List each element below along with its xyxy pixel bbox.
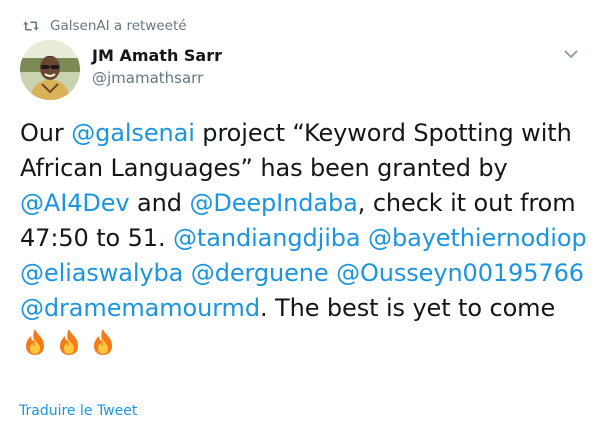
retweet-icon — [23, 21, 39, 31]
retweet-text[interactable]: GalsenAI a retweeté — [50, 18, 187, 34]
author-handle[interactable]: @jmamathsarr — [92, 67, 222, 89]
tweet-text-segment — [329, 259, 337, 287]
translate-tweet-link[interactable]: Traduire le Tweet — [19, 403, 137, 419]
fire-emoji-icon — [60, 329, 78, 355]
mention-link[interactable]: @AI4Dev — [20, 189, 130, 217]
tweet-text-segment: Our — [20, 119, 72, 147]
tweet-text: Our @galsenai project “Keyword Spotting … — [20, 116, 590, 361]
mention-link[interactable]: @bayethiernodiop — [368, 224, 587, 252]
retweet-context: GalsenAI a retweeté — [22, 15, 187, 37]
mention-link[interactable]: @dramemamourmd — [20, 294, 260, 322]
author-block[interactable]: JM Amath Sarr @jmamathsarr — [20, 40, 222, 100]
author-names: JM Amath Sarr @jmamathsarr — [92, 45, 222, 89]
tweet-card: GalsenAI a retweeté JM Amath Sarr @jmama… — [0, 0, 602, 431]
fire-emoji-icon — [94, 329, 112, 355]
avatar-photo — [20, 40, 80, 100]
tweet-text-segment — [361, 224, 369, 252]
tweet-text-segment: . The best is yet to come — [259, 294, 556, 322]
tweet-text-segment: and — [129, 189, 190, 217]
mention-link[interactable]: @derguene — [191, 259, 329, 287]
mention-link[interactable]: @galsenai — [71, 119, 195, 147]
author-display-name[interactable]: JM Amath Sarr — [92, 45, 222, 67]
chevron-down-icon[interactable] — [562, 45, 580, 63]
mention-link[interactable]: @tandiangdjiba — [173, 224, 361, 252]
mention-link[interactable]: @eliaswalyba — [20, 259, 183, 287]
mention-link[interactable]: @DeepIndaba — [189, 189, 357, 217]
mention-link[interactable]: @Ousseyn00195766 — [336, 259, 584, 287]
fire-emoji-icon — [26, 329, 44, 355]
tweet-text-segment — [183, 259, 191, 287]
avatar[interactable] — [20, 40, 80, 100]
